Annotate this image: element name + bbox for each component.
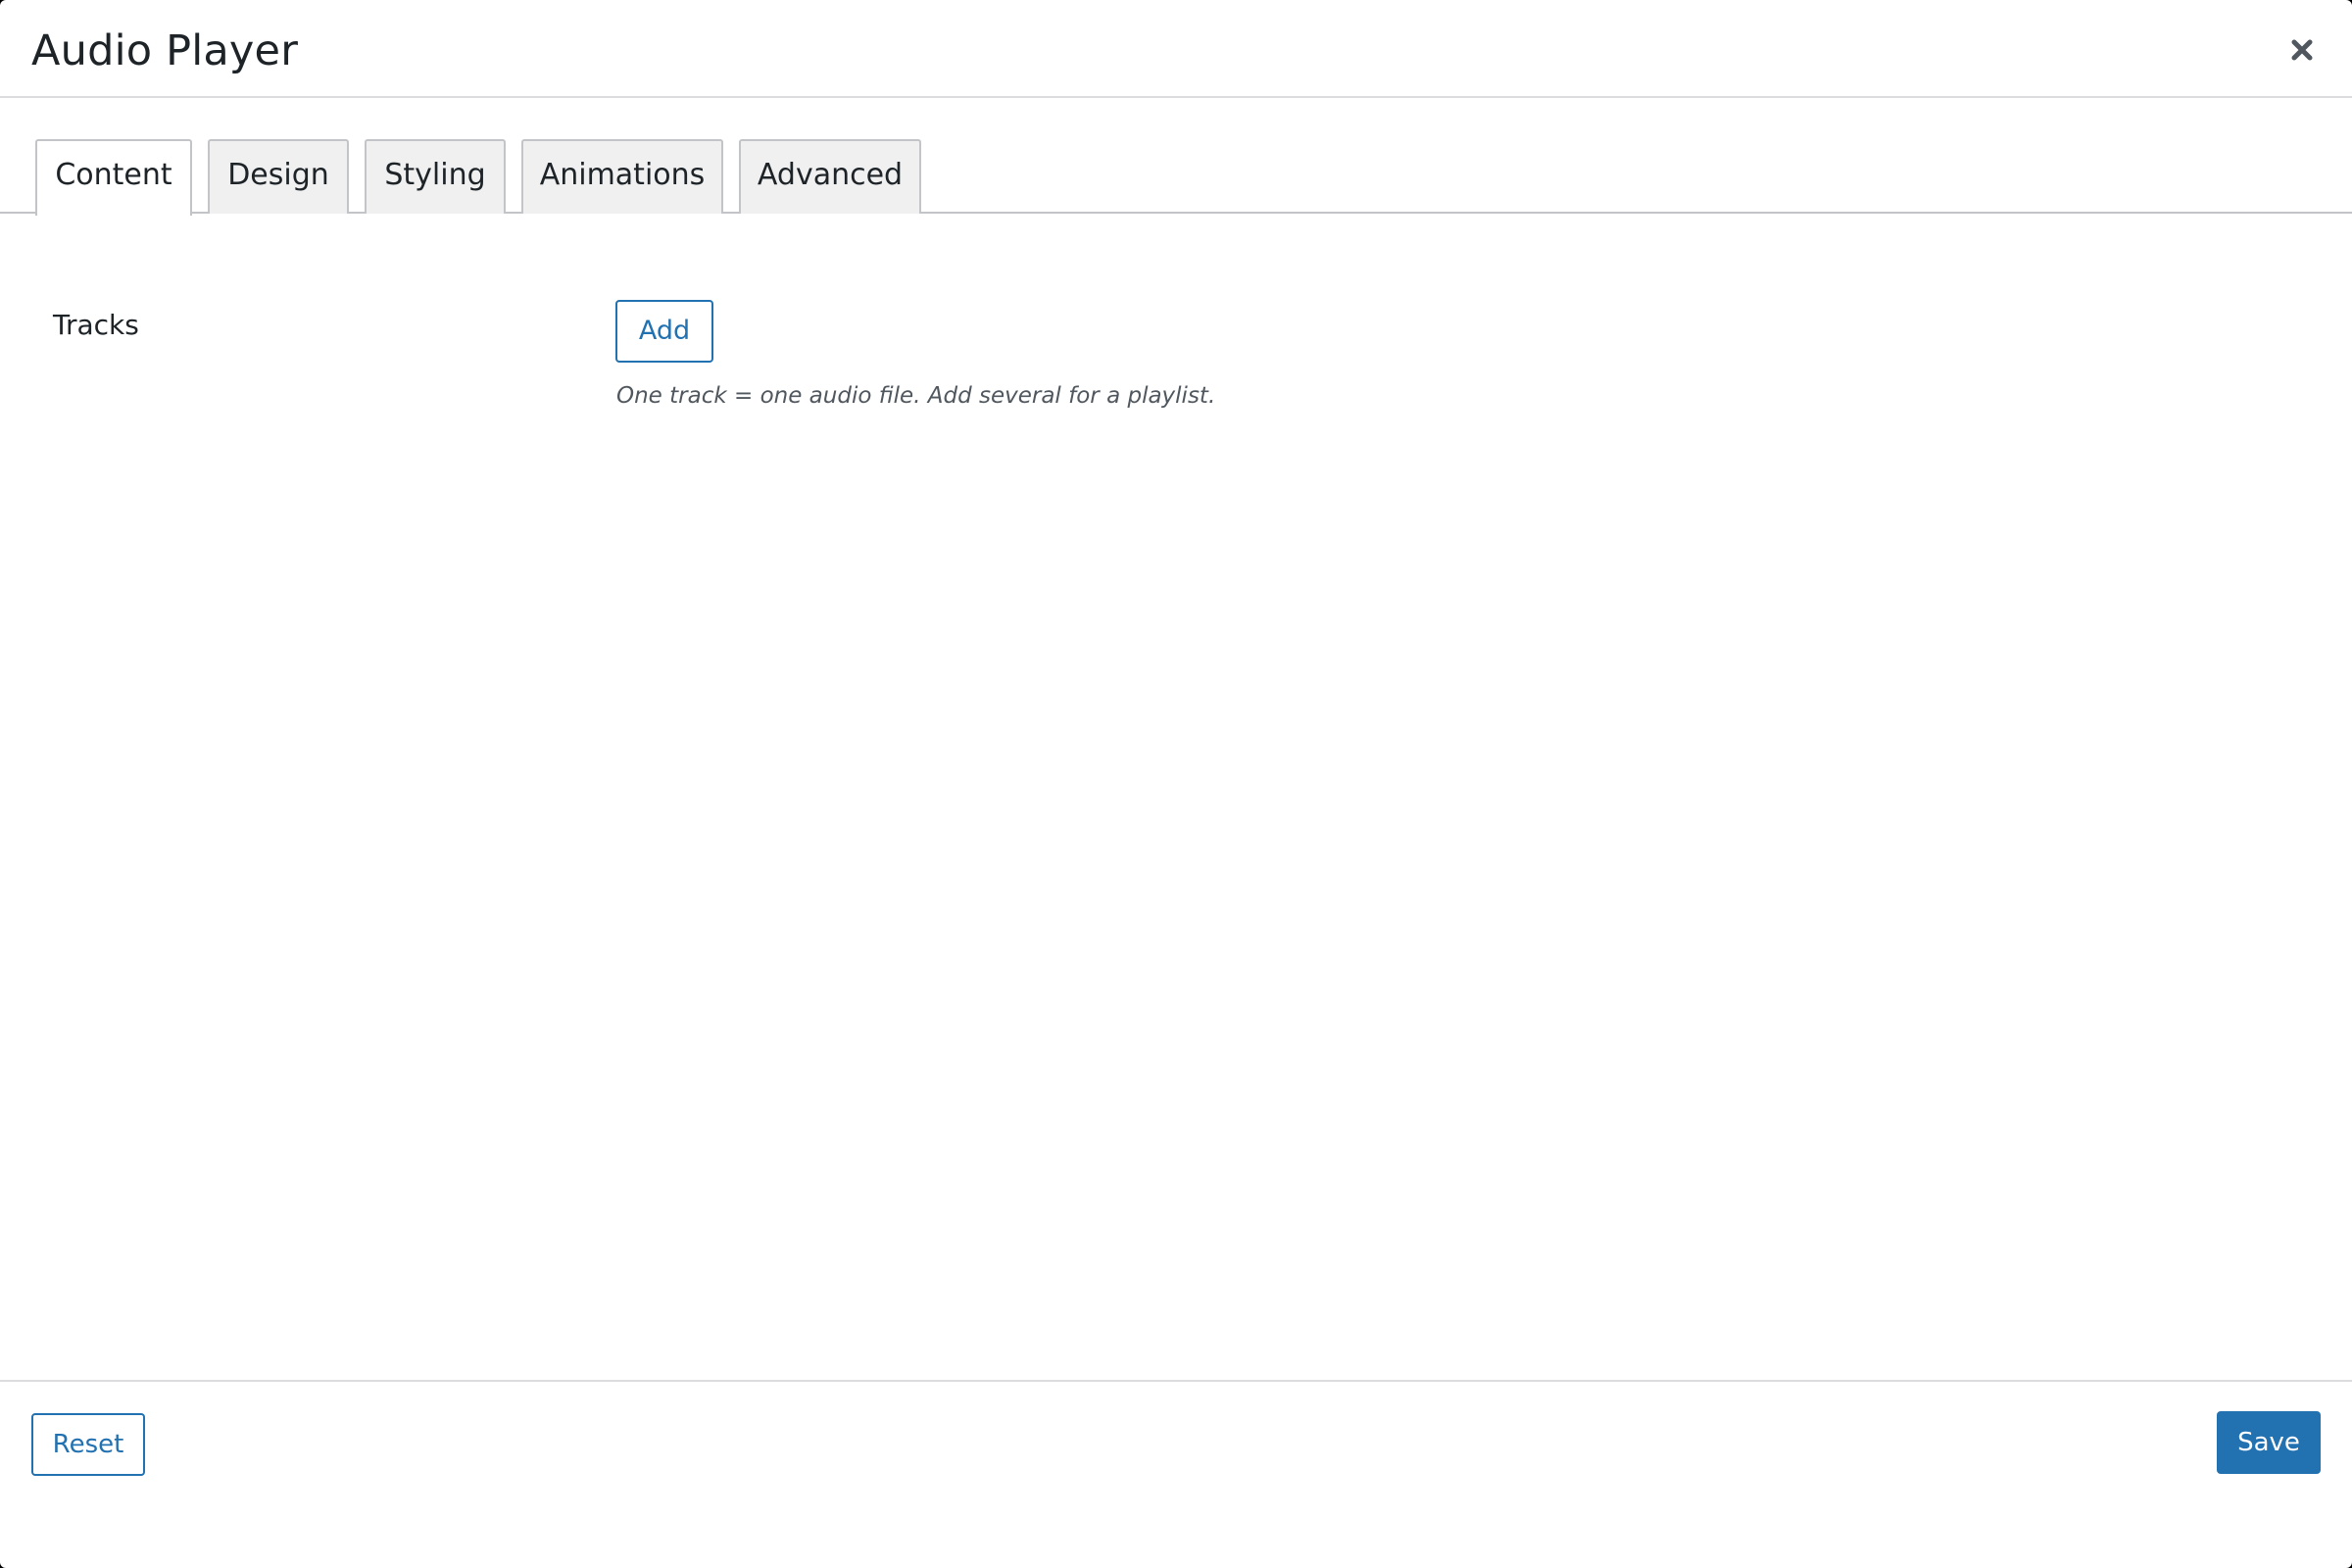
audio-player-modal: Audio Player Content Design Styling Anim…	[0, 0, 2352, 1568]
tab-animations[interactable]: Animations	[521, 139, 723, 214]
close-button[interactable]	[2279, 27, 2325, 73]
tracks-help-text: One track = one audio file. Add several …	[616, 383, 1216, 409]
tab-design[interactable]: Design	[208, 139, 349, 214]
close-icon	[2291, 39, 2313, 61]
tab-content[interactable]: Content	[35, 139, 192, 216]
modal-footer: Reset Save	[0, 1380, 2352, 1568]
save-button[interactable]: Save	[2217, 1411, 2321, 1474]
modal-header: Audio Player	[0, 0, 2352, 98]
modal-title: Audio Player	[31, 26, 299, 75]
tab-advanced[interactable]: Advanced	[739, 139, 921, 214]
reset-button[interactable]: Reset	[31, 1413, 145, 1476]
tab-bar: Content Design Styling Animations Advanc…	[0, 98, 2352, 216]
tab-styling[interactable]: Styling	[365, 139, 506, 214]
add-track-button[interactable]: Add	[615, 300, 713, 363]
tracks-label: Tracks	[53, 309, 139, 341]
